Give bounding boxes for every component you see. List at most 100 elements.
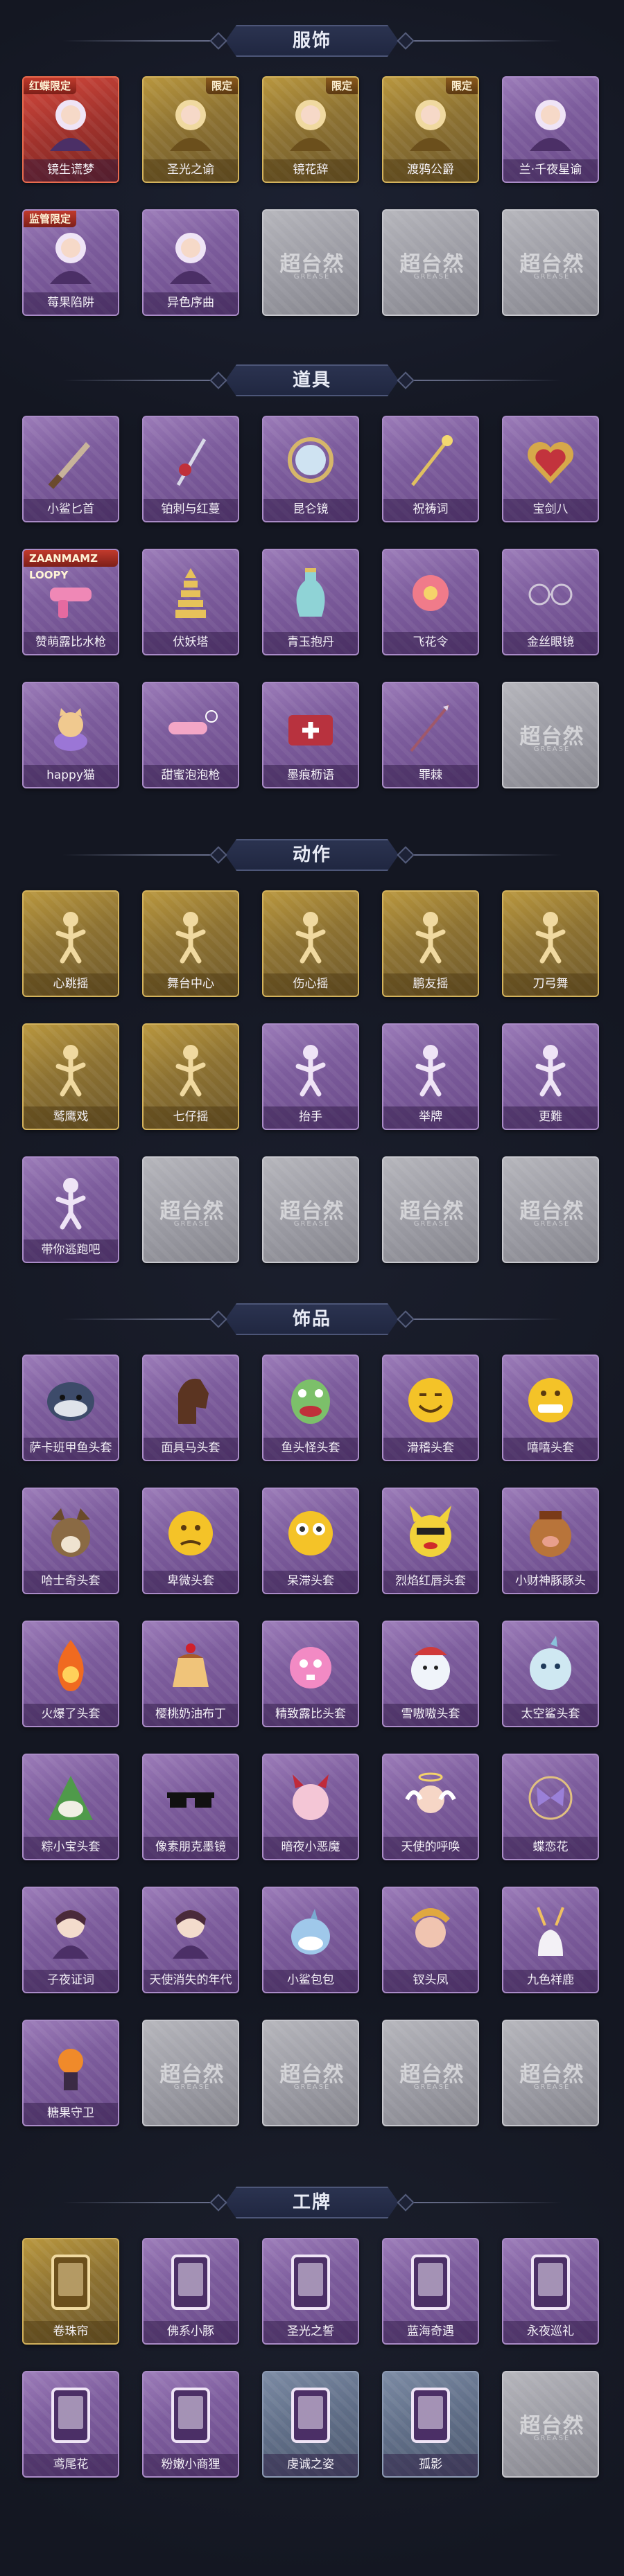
item-card[interactable]: 带你逃跑吧 [22, 1156, 119, 1263]
empty-item-slot[interactable]: 超台然 GREASE [502, 1156, 599, 1263]
item-card[interactable]: 天使的呼唤 [382, 1754, 479, 1860]
item-card[interactable]: 卑微头套 [142, 1488, 239, 1594]
item-card[interactable]: 七仔摇 [142, 1023, 239, 1130]
item-card[interactable]: 墨痕枥语 [262, 682, 359, 788]
item-card[interactable]: 抬手 [262, 1023, 359, 1130]
item-card[interactable]: 更難 [502, 1023, 599, 1130]
badge-card-icon [517, 2249, 584, 2315]
item-card[interactable]: 红蝶限定 镜生谎梦 [22, 76, 119, 183]
item-card[interactable]: 小财神豚豚头 [502, 1488, 599, 1594]
empty-item-slot[interactable]: 超台然 GREASE [262, 1156, 359, 1263]
empty-item-slot[interactable]: 超台然 GREASE [502, 2020, 599, 2126]
empty-item-slot[interactable]: 超台然 GREASE [262, 2020, 359, 2126]
pixel-glasses-icon [157, 1765, 224, 1831]
item-card[interactable]: 异色序曲 [142, 209, 239, 316]
item-card[interactable]: 圣光之誓 [262, 2238, 359, 2345]
item-card[interactable]: 永夜巡礼 [502, 2238, 599, 2345]
item-card[interactable]: 兰·千夜星谕 [502, 76, 599, 183]
diamond-ornament-icon [209, 2194, 227, 2212]
section-title: 道具 [292, 370, 331, 391]
item-card[interactable]: 伏妖塔 [142, 549, 239, 655]
item-card[interactable]: 祝祷词 [382, 416, 479, 522]
item-card[interactable]: 罪棘 [382, 682, 479, 788]
item-card[interactable]: 举牌 [382, 1023, 479, 1130]
item-card[interactable]: 九色祥鹿 [502, 1887, 599, 1993]
item-card[interactable]: 粽小宝头套 [22, 1754, 119, 1860]
item-card[interactable]: 限定 圣光之谕 [142, 76, 239, 183]
empty-item-slot[interactable]: 超台然 GREASE [502, 2371, 599, 2478]
item-card[interactable]: 暗夜小恶魔 [262, 1754, 359, 1860]
item-card[interactable]: 精致露比头套 [262, 1621, 359, 1727]
item-card[interactable]: 蓝海奇遇 [382, 2238, 479, 2345]
empty-item-slot[interactable]: 超台然 GREASE [382, 2020, 479, 2126]
empty-item-slot[interactable]: 超台然 GREASE [502, 682, 599, 788]
item-card[interactable]: 樱桃奶油布丁 [142, 1621, 239, 1727]
item-card[interactable]: 甜蜜泡泡枪 [142, 682, 239, 788]
item-card[interactable]: 像素朋克墨镜 [142, 1754, 239, 1860]
item-card[interactable]: 鹏友摇 [382, 890, 479, 997]
item-card[interactable]: 鸢尾花 [22, 2371, 119, 2478]
item-card[interactable]: 昆仑镜 [262, 416, 359, 522]
item-card[interactable]: 小鲨匕首 [22, 416, 119, 522]
item-label: 永夜巡礼 [503, 2321, 598, 2343]
item-card[interactable]: 限定 渡鸦公爵 [382, 76, 479, 183]
item-label: 金丝眼镜 [503, 632, 598, 654]
item-card[interactable]: 火爆了头套 [22, 1621, 119, 1727]
pose-figure-icon [157, 901, 224, 968]
item-card[interactable]: 舞台中心 [142, 890, 239, 997]
item-card[interactable]: 嘻嘻头套 [502, 1355, 599, 1461]
item-card[interactable]: 雪嗷嗷头套 [382, 1621, 479, 1727]
item-card[interactable]: 太空鲨头套 [502, 1621, 599, 1727]
diamond-ornament-icon [397, 1310, 415, 1328]
item-card[interactable]: 糖果守卫 [22, 2020, 119, 2126]
item-card[interactable]: 呆滞头套 [262, 1488, 359, 1594]
item-label: 更難 [503, 1106, 598, 1129]
husky-icon [37, 1499, 104, 1565]
item-card[interactable]: 铂刺与红蔓 [142, 416, 239, 522]
item-card[interactable]: 孤影 [382, 2371, 479, 2478]
item-card[interactable]: 鹫鹰戏 [22, 1023, 119, 1130]
item-card[interactable]: 伤心摇 [262, 890, 359, 997]
item-card[interactable]: 监管限定 莓果陷阱 [22, 209, 119, 316]
section-header: 工牌 [0, 2182, 624, 2223]
item-card[interactable]: 鱼头怪头套 [262, 1355, 359, 1461]
limited-badge: 红蝶限定 [24, 78, 77, 94]
empty-item-slot[interactable]: 超台然 GREASE [142, 2020, 239, 2126]
item-card[interactable]: 子夜证词 [22, 1887, 119, 1993]
item-card[interactable]: ZAANMAMZ LOOPY 赞萌露比水枪 [22, 549, 119, 655]
item-card[interactable]: 刀弓舞 [502, 890, 599, 997]
item-card[interactable]: 哈士奇头套 [22, 1488, 119, 1594]
empty-item-slot[interactable]: 超台然 GREASE [262, 209, 359, 316]
item-card[interactable]: 小鲨包包 [262, 1887, 359, 1993]
item-card[interactable]: 滑稽头套 [382, 1355, 479, 1461]
item-card[interactable]: 粉嫩小商狸 [142, 2371, 239, 2478]
item-card[interactable]: 虔诚之姿 [262, 2371, 359, 2478]
item-label: 舞台中心 [144, 973, 238, 996]
item-card[interactable]: 天使消失的年代 [142, 1887, 239, 1993]
item-label: 卷珠帘 [24, 2321, 118, 2343]
item-card[interactable]: 蝶恋花 [502, 1754, 599, 1860]
item-card[interactable]: 青玉抱丹 [262, 549, 359, 655]
item-card[interactable]: 钗头凤 [382, 1887, 479, 1993]
item-card[interactable]: 心跳摇 [22, 890, 119, 997]
item-card[interactable]: 飞花令 [382, 549, 479, 655]
item-card[interactable]: 金丝眼镜 [502, 549, 599, 655]
item-card[interactable]: 限定 镜花辞 [262, 76, 359, 183]
item-card[interactable]: 佛系小豚 [142, 2238, 239, 2345]
item-card[interactable]: 宝剑八 [502, 416, 599, 522]
empty-item-slot[interactable]: 超台然 GREASE [502, 209, 599, 316]
item-label: 面具马头套 [144, 1438, 238, 1460]
item-card[interactable]: 烈焰红唇头套 [382, 1488, 479, 1594]
empty-item-slot[interactable]: 超台然 GREASE [382, 209, 479, 316]
item-card[interactable]: 面具马头套 [142, 1355, 239, 1461]
empty-item-slot[interactable]: 超台然 GREASE [382, 1156, 479, 1263]
empty-item-slot[interactable]: 超台然 GREASE [142, 1156, 239, 1263]
pagoda-icon [157, 560, 224, 626]
glasses-icon [517, 560, 584, 626]
divider-line [62, 2202, 225, 2203]
diamond-ornament-icon [209, 371, 227, 389]
item-card[interactable]: happy猫 [22, 682, 119, 788]
divider-line [399, 2202, 562, 2203]
item-card[interactable]: 萨卡班甲鱼头套 [22, 1355, 119, 1461]
item-card[interactable]: 卷珠帘 [22, 2238, 119, 2345]
